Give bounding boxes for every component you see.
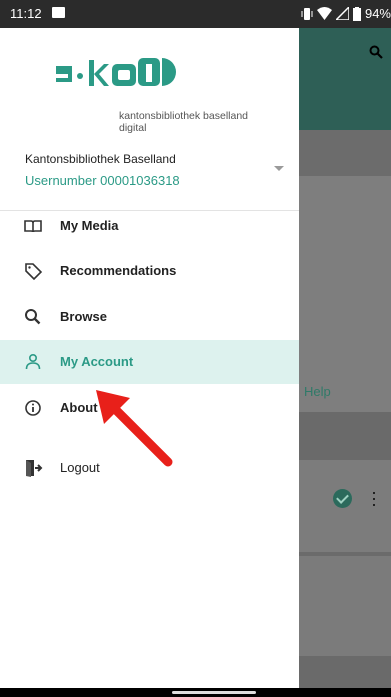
status-icons: 94% [301, 6, 391, 21]
battery-icon [352, 6, 361, 21]
search-icon[interactable] [369, 45, 383, 59]
logo-subtitle-digital: digital [119, 122, 147, 134]
account-number: Usernumber 00001036318 [25, 173, 180, 188]
nav-label: My Media [60, 218, 119, 233]
home-handle[interactable] [172, 691, 256, 694]
ekbl-logo-icon [56, 58, 176, 86]
search-icon [25, 309, 41, 325]
logo-subtitle: kantonsbibliothek baselland [119, 110, 249, 122]
annotation-arrow [96, 390, 173, 467]
nav-label: Recommendations [60, 263, 177, 278]
image-notification-icon [52, 7, 65, 18]
vibrate-icon [301, 7, 313, 20]
person-icon [25, 353, 41, 370]
book-icon [24, 220, 42, 233]
wifi-icon [316, 7, 332, 20]
account-name: Kantonsbibliothek Baselland [25, 152, 176, 166]
nav-item-browse[interactable]: Browse [0, 295, 299, 339]
battery-percent: 94% [364, 6, 391, 21]
check-icon [333, 489, 352, 508]
clock: 11:12 [10, 6, 42, 21]
logout-icon [26, 460, 43, 477]
nav-item-recommendations[interactable]: Recommendations [0, 249, 299, 293]
status-bar: 11:12 94% [0, 0, 391, 28]
signal-icon [335, 7, 349, 20]
account-dropdown-icon[interactable] [274, 166, 284, 171]
tag-icon [25, 263, 43, 281]
nav-item-my-media[interactable]: My Media [0, 204, 299, 248]
nav-label: Browse [60, 309, 107, 324]
nav-item-my-account[interactable]: My Account [0, 340, 299, 384]
help-link[interactable]: Help [304, 384, 331, 399]
info-icon [25, 400, 41, 416]
more-icon[interactable]: · · · [371, 483, 377, 513]
navigation-drawer: kantonsbibliothek baselland digital Kant… [0, 28, 299, 688]
logo: kantonsbibliothek baselland digital [52, 54, 292, 134]
nav-label: My Account [60, 354, 134, 369]
